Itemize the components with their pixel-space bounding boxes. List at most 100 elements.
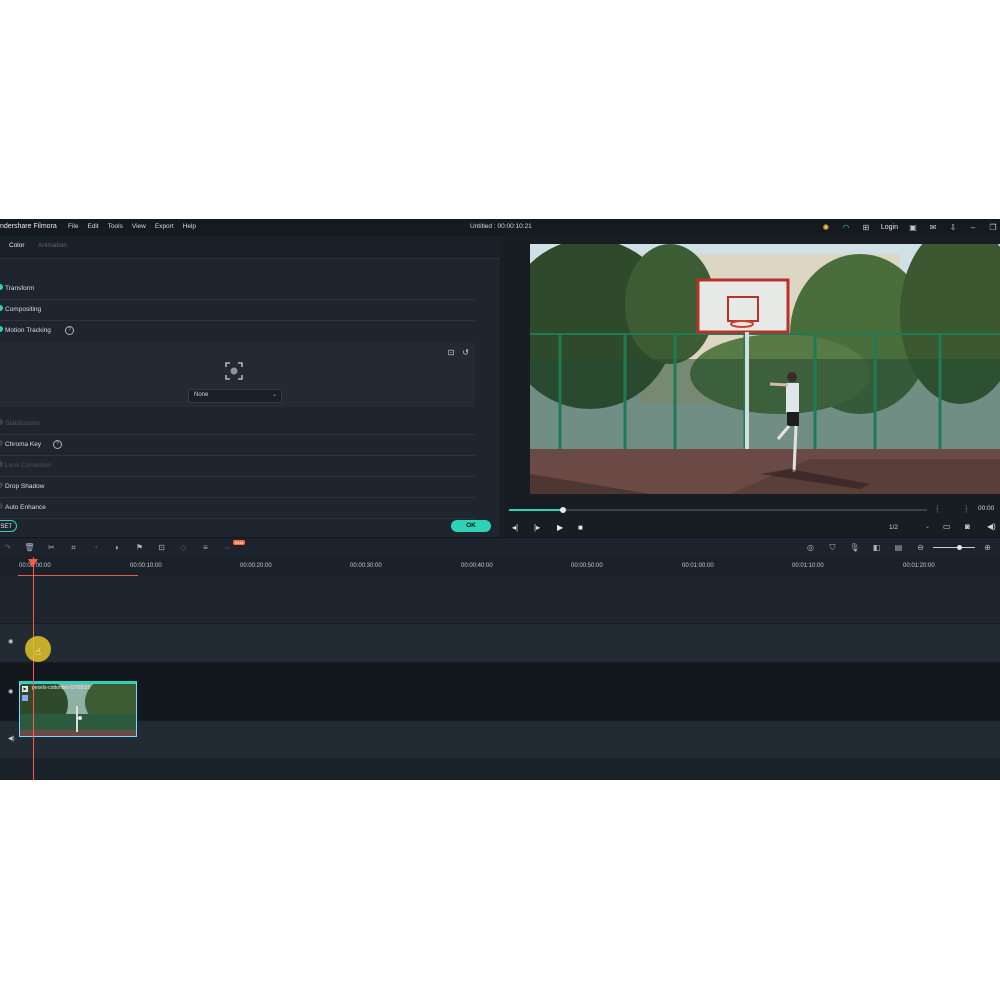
zoom-slider[interactable]	[933, 547, 975, 548]
section-compositing[interactable]: Compositing	[0, 300, 475, 321]
tracking-select[interactable]: None ⌄	[188, 389, 282, 403]
properties-panel: Color Animation Transform Compositing Mo…	[0, 236, 499, 537]
delete-icon[interactable]: 🗑	[24, 542, 35, 553]
speaker-icon[interactable]: ◀)	[8, 735, 15, 742]
render-icon[interactable]: ◎	[805, 542, 816, 553]
headset-icon[interactable]: ◠	[841, 223, 851, 233]
ruler-label: 00:01:10:00	[792, 563, 824, 569]
gift-icon[interactable]: ⊞	[861, 223, 871, 233]
menu-edit[interactable]: Edit	[87, 223, 98, 230]
login-button[interactable]: Login	[881, 224, 898, 231]
zoom-out-icon[interactable]: ⊖	[915, 542, 926, 553]
ruler-label: 00:01:20:00	[903, 563, 935, 569]
reset-icon[interactable]: ↺	[462, 348, 469, 357]
section-lens-correction[interactable]: Lens Correction	[0, 456, 475, 477]
audio-stretch-icon[interactable]: ⇔	[222, 542, 233, 553]
toggle-dot[interactable]	[0, 284, 3, 290]
toggle-dot[interactable]	[0, 440, 3, 446]
eye-icon[interactable]: ◉	[8, 688, 13, 695]
timeline[interactable]: 00:00:00:00 00:00:10:00 00:00:20:00 00:0…	[0, 557, 1000, 780]
menu-view[interactable]: View	[132, 223, 146, 230]
project-title: Untitled : 00:00:10:21	[470, 223, 532, 230]
preview-quality[interactable]: 1/2	[889, 524, 898, 531]
section-label: Transform	[5, 285, 35, 292]
mail-icon[interactable]: ✉	[928, 223, 938, 233]
speed-icon[interactable]: ◔	[90, 542, 101, 553]
bulb-icon[interactable]: ✺	[821, 223, 831, 233]
section-chroma-key[interactable]: Chroma Key ?	[0, 435, 475, 456]
section-drop-shadow[interactable]: Drop Shadow	[0, 477, 475, 498]
menu-file[interactable]: File	[68, 223, 78, 230]
minimize-icon[interactable]: –	[968, 223, 978, 233]
preview-scrubber[interactable]	[509, 507, 927, 513]
selection-range	[18, 575, 138, 576]
ruler-label: 00:00:50:00	[571, 563, 603, 569]
ok-button[interactable]: OK	[451, 520, 491, 532]
preview-timecode: 00:00	[978, 505, 995, 512]
snapshot-icon[interactable]: ▤	[893, 542, 904, 553]
tab-color[interactable]: Color	[9, 242, 25, 249]
time-ruler[interactable]: 00:00:00:00 00:00:10:00 00:00:20:00 00:0…	[0, 557, 1000, 578]
zoom-slider-handle[interactable]	[957, 545, 962, 550]
toggle-dot[interactable]	[0, 503, 3, 509]
menu-tools[interactable]: Tools	[108, 223, 123, 230]
help-icon[interactable]: ?	[53, 440, 62, 449]
save-icon[interactable]: ▣	[908, 223, 918, 233]
marker-icon[interactable]: ⚑	[134, 542, 145, 553]
ruler-label: 00:00:20:00	[240, 563, 272, 569]
prev-frame-icon[interactable]: ◂|	[512, 523, 518, 532]
track-icon[interactable]: ⊡	[448, 348, 455, 357]
track-audio[interactable]: ◀)	[0, 720, 1000, 759]
reset-button[interactable]: SET	[0, 520, 17, 532]
section-label: Lens Correction	[5, 462, 51, 469]
next-frame-icon[interactable]: |▸	[534, 523, 540, 532]
volume-icon[interactable]: ◀)	[987, 522, 996, 531]
ruler-label: 00:00:30:00	[350, 563, 382, 569]
toggle-dot[interactable]	[0, 419, 3, 425]
menu-help[interactable]: Help	[183, 223, 196, 230]
motion-track-icon[interactable]: ⊡	[156, 542, 167, 553]
restore-icon[interactable]: ❐	[988, 223, 998, 233]
color-icon[interactable]: ◐	[112, 542, 123, 553]
mark-in-out-icon[interactable]: { }	[936, 504, 980, 513]
target-icon[interactable]	[225, 362, 243, 380]
tab-animation[interactable]: Animation	[38, 242, 67, 249]
crop-icon[interactable]: ⌗	[68, 542, 79, 553]
toggle-dot[interactable]	[0, 482, 3, 488]
motion-tracking-box: ⊡ ↺ None ⌄	[0, 342, 475, 407]
playhead-handle[interactable]	[28, 559, 38, 567]
section-stabilization[interactable]: Stabilization	[0, 414, 475, 435]
eye-icon[interactable]: ◉	[8, 638, 13, 645]
section-motion-tracking[interactable]: Motion Tracking ?	[0, 321, 475, 341]
section-label: Motion Tracking	[5, 327, 51, 334]
microphone-icon[interactable]: 🎙	[849, 542, 860, 553]
toggle-dot[interactable]	[0, 326, 3, 332]
redo-icon[interactable]: ↷	[2, 542, 13, 553]
track-video-2[interactable]: ◉	[0, 623, 1000, 663]
clip-thumbnail	[20, 684, 136, 736]
play-icon[interactable]: ▶	[557, 523, 563, 532]
section-transform[interactable]: Transform	[0, 279, 475, 300]
track-video-1[interactable]: ◉	[0, 662, 1000, 721]
playhead[interactable]	[33, 557, 34, 780]
shield-icon[interactable]: ⛉	[827, 542, 838, 553]
zoom-in-icon[interactable]: ⊕	[982, 542, 993, 553]
keyframe-icon[interactable]: ◇	[178, 542, 189, 553]
cut-icon[interactable]: ✂	[46, 542, 57, 553]
section-auto-enhance[interactable]: Auto Enhance	[0, 498, 475, 519]
help-icon[interactable]: ?	[65, 326, 74, 335]
snapshot-icon[interactable]: ◙	[965, 522, 970, 531]
video-clip[interactable]: ▶ pexels-cottonbro-5769515	[19, 681, 137, 737]
scrubber-handle[interactable]	[560, 507, 567, 513]
toggle-dot[interactable]	[0, 305, 3, 311]
toggle-dot[interactable]	[0, 461, 3, 467]
chevron-down-icon[interactable]: ⌄	[925, 523, 930, 530]
display-icon[interactable]: ▭	[943, 522, 951, 531]
voiceover-icon[interactable]: ◧	[871, 542, 882, 553]
stop-icon[interactable]: ■	[578, 523, 583, 532]
section-label: Chroma Key	[5, 441, 42, 448]
menu-export[interactable]: Export	[155, 223, 174, 230]
download-icon[interactable]: ⇩	[948, 223, 958, 233]
adjust-icon[interactable]: ≡	[200, 542, 211, 553]
track-empty[interactable]	[0, 577, 1000, 623]
